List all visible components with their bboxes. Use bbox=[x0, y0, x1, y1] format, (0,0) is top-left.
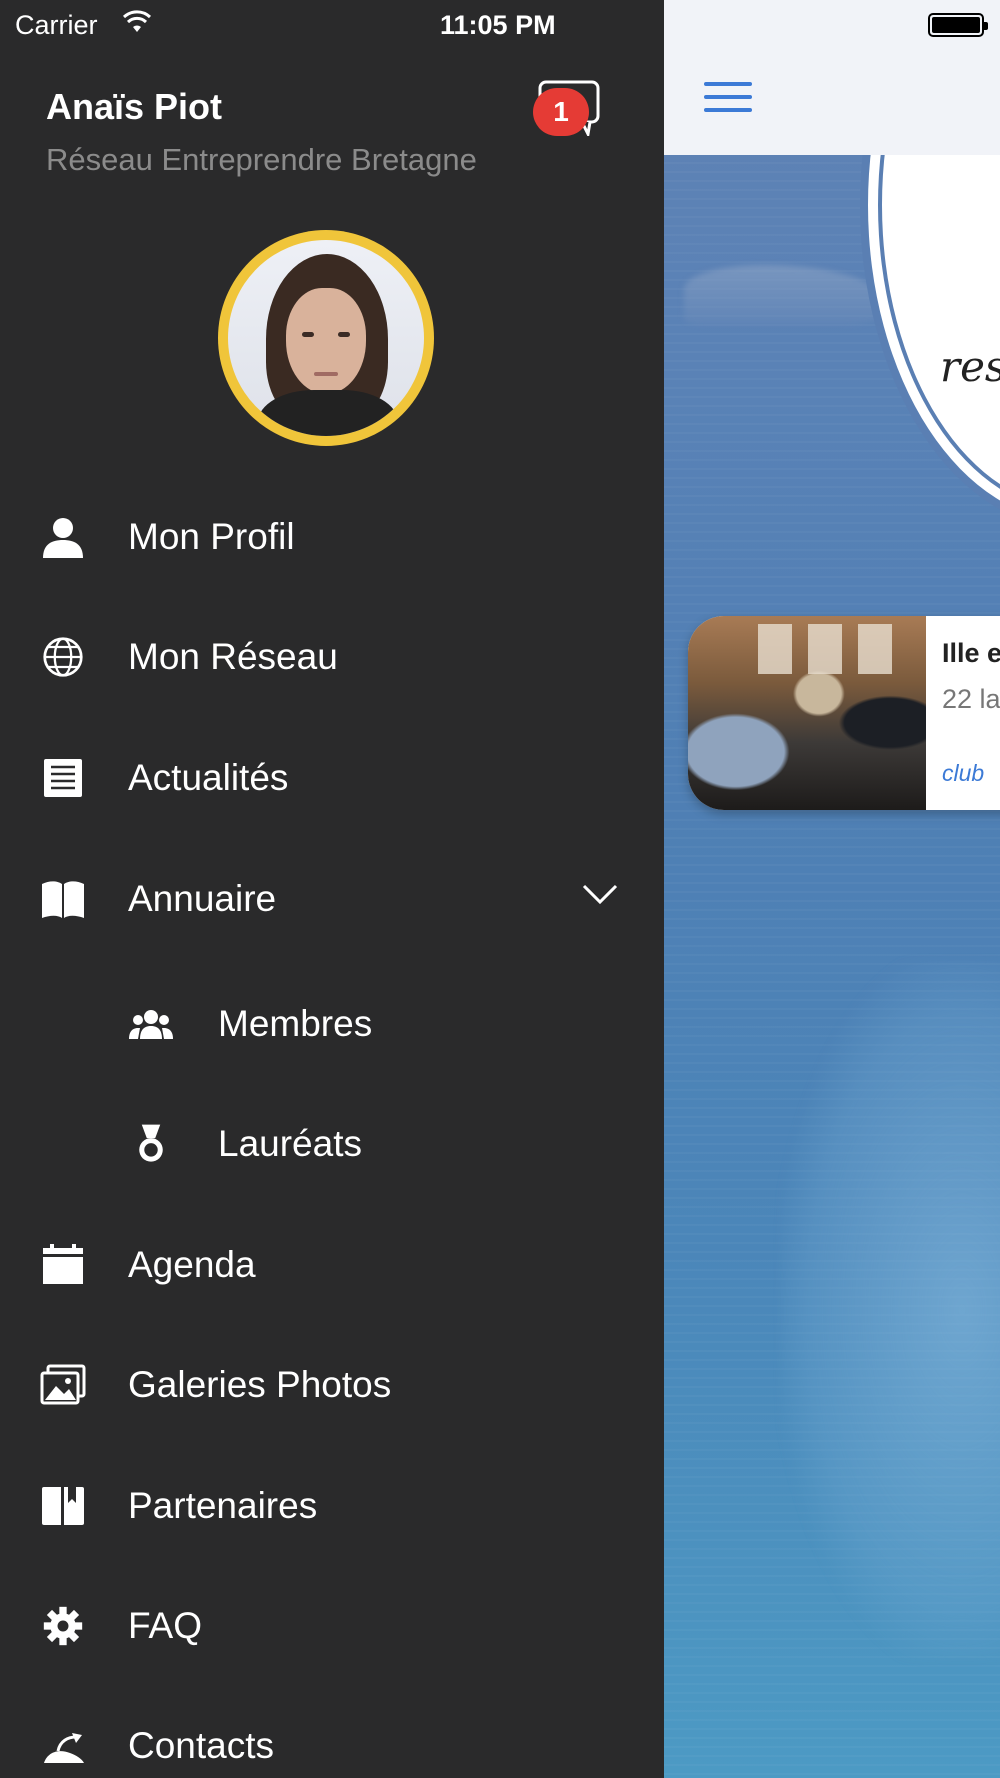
unread-badge: 1 bbox=[533, 88, 589, 136]
main-content: res Ille e 22 la club bbox=[664, 0, 1000, 1778]
carrier-label: Carrier bbox=[15, 10, 98, 40]
clock: 11:05 PM bbox=[440, 10, 556, 40]
status-bar-right bbox=[664, 0, 1000, 50]
background-cliff bbox=[780, 960, 1000, 1660]
group-icon bbox=[129, 1010, 173, 1039]
menu-label: Mon Réseau bbox=[128, 636, 338, 677]
user-name: Anaïs Piot bbox=[46, 86, 223, 127]
chevron-down-icon[interactable] bbox=[582, 882, 618, 906]
menu-label: Annuaire bbox=[128, 878, 277, 919]
menu-label: Contacts bbox=[128, 1725, 275, 1766]
menu-label: Mon Profil bbox=[128, 516, 295, 557]
menu-label: Actualités bbox=[128, 757, 289, 798]
event-photo bbox=[688, 616, 926, 810]
photos-icon bbox=[40, 1364, 86, 1405]
gear-icon bbox=[43, 1606, 83, 1646]
menu-label: Agenda bbox=[128, 1244, 256, 1285]
contacts-icon bbox=[44, 1733, 84, 1763]
menu-item-membres[interactable]: Membres bbox=[0, 973, 664, 1073]
battery-icon bbox=[928, 13, 988, 37]
event-card[interactable]: Ille e 22 la club bbox=[688, 616, 1000, 810]
book-icon bbox=[42, 881, 84, 918]
logo-text: res bbox=[940, 342, 1000, 391]
menu-hamburger-icon[interactable] bbox=[704, 82, 752, 118]
menu-label: Lauréats bbox=[218, 1123, 362, 1164]
medal-icon bbox=[139, 1124, 163, 1162]
menu-item-faq[interactable]: FAQ bbox=[0, 1575, 664, 1675]
menu-item-mon-profil[interactable]: Mon Profil bbox=[0, 486, 664, 586]
menu-label: Galeries Photos bbox=[128, 1364, 392, 1405]
event-date: 22 la bbox=[942, 684, 1000, 714]
menu-item-laureats[interactable]: Lauréats bbox=[0, 1093, 664, 1193]
menu-item-partenaires[interactable]: Partenaires bbox=[0, 1455, 664, 1555]
menu-item-agenda[interactable]: Agenda bbox=[0, 1214, 664, 1314]
menu-label: Partenaires bbox=[128, 1485, 318, 1526]
user-organization: Réseau Entreprendre Bretagne bbox=[46, 142, 477, 177]
menu-item-mon-reseau[interactable]: Mon Réseau bbox=[0, 606, 664, 706]
newspaper-icon bbox=[44, 759, 82, 797]
menu-label: FAQ bbox=[128, 1605, 203, 1646]
wifi-icon bbox=[122, 10, 152, 32]
menu-item-galeries-photos[interactable]: Galeries Photos bbox=[0, 1334, 664, 1434]
globe-icon bbox=[43, 637, 83, 677]
menu-item-actualites[interactable]: Actualités bbox=[0, 727, 664, 827]
side-drawer: Carrier 11:05 PM Anaïs Piot Réseau Entre… bbox=[0, 0, 664, 1778]
event-title: Ille e bbox=[942, 638, 1000, 668]
bookmark-book-icon bbox=[42, 1487, 84, 1525]
avatar[interactable] bbox=[218, 230, 434, 446]
menu-item-contacts[interactable]: Contacts bbox=[0, 1695, 664, 1778]
status-bar: Carrier 11:05 PM bbox=[0, 0, 664, 50]
menu-item-annuaire[interactable]: Annuaire bbox=[0, 848, 664, 948]
calendar-icon bbox=[43, 1244, 83, 1284]
menu-label: Membres bbox=[218, 1003, 373, 1044]
person-icon bbox=[43, 518, 83, 558]
event-tag[interactable]: club bbox=[942, 760, 984, 787]
